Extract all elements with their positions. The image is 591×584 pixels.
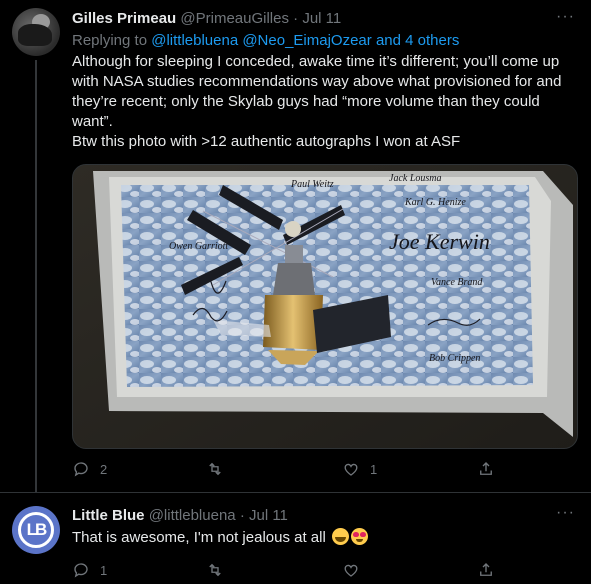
like-count: 1 [370, 461, 378, 477]
skylab-autograph-photo: Paul Weitz Jack Lousma Karl G. Henize Jo… [73, 165, 577, 448]
tweet-header: Gilles Primeau @PrimeauGilles · Jul 11 [72, 10, 341, 27]
reply-count: 1 [100, 562, 108, 578]
grinning-squinting-face-emoji [332, 528, 349, 545]
signature-text: Owen Garriott [169, 241, 228, 252]
retweet-button[interactable] [206, 460, 234, 478]
separator: · [293, 10, 299, 27]
retweet-icon [209, 462, 221, 476]
tweet-photo[interactable]: Paul Weitz Jack Lousma Karl G. Henize Jo… [72, 164, 578, 449]
tweet-paragraph: Although for sleeping I conceded, awake … [72, 53, 562, 130]
tweet-gilles[interactable]: Gilles Primeau @PrimeauGilles · Jul 11 ·… [0, 0, 591, 492]
separator: · [239, 507, 245, 524]
tweet-paragraph: That is awesome, I'm not jealous at all [72, 529, 326, 546]
replying-to: Replying to @littlebluena @Neo_EimajOzea… [72, 32, 459, 49]
author-handle[interactable]: @PrimeauGilles [180, 10, 289, 27]
tweet-date[interactable]: Jul 11 [302, 10, 341, 27]
tweet-divider [0, 492, 591, 493]
replying-prefix: Replying to [72, 32, 148, 49]
tweet-text: Although for sleeping I conceded, awake … [72, 52, 577, 152]
author-name[interactable]: Gilles Primeau [72, 10, 176, 27]
avatar[interactable]: LB [12, 506, 60, 554]
reply-button[interactable]: 2 [72, 460, 107, 478]
reply-button[interactable]: 1 [72, 561, 107, 579]
retweet-icon [209, 563, 221, 577]
signature-text: Bob Crippen [429, 353, 480, 364]
reply-icon [74, 563, 88, 578]
signature-text: Joe Kerwin [389, 229, 490, 254]
replying-others[interactable]: and 4 others [376, 32, 459, 49]
like-icon [344, 564, 358, 577]
signature-text: Jack Lousma [389, 173, 442, 184]
tweet-text: That is awesome, I'm not jealous at all [72, 528, 577, 548]
like-icon [344, 463, 358, 476]
share-icon [480, 462, 492, 475]
signature-text: Paul Weitz [290, 179, 334, 190]
share-button[interactable] [477, 561, 495, 579]
thread-line [35, 60, 37, 492]
more-icon[interactable]: ··· [556, 8, 575, 26]
retweet-button[interactable] [206, 561, 234, 579]
like-button[interactable]: 1 [342, 460, 377, 478]
author-name[interactable]: Little Blue [72, 507, 145, 524]
avatar[interactable] [12, 8, 60, 56]
reply-icon [74, 462, 88, 477]
avatar-logo: LB [18, 512, 54, 548]
author-handle[interactable]: @littlebluena [149, 507, 236, 524]
tweet-paragraph: Btw this photo with >12 authentic autogr… [72, 133, 461, 150]
signature-text: Vance Brand [431, 277, 483, 288]
heart-eyes-emoji [351, 528, 368, 545]
tweet-header: Little Blue @littlebluena · Jul 11 [72, 507, 288, 524]
share-button[interactable] [477, 460, 495, 478]
tweet-date[interactable]: Jul 11 [249, 507, 288, 524]
more-icon[interactable]: ··· [556, 504, 575, 522]
reply-count: 2 [100, 461, 108, 477]
share-icon [480, 563, 492, 576]
signature-text: Karl G. Henize [404, 197, 466, 208]
replying-mentions[interactable]: @littlebluena @Neo_EimajOzear [151, 32, 372, 49]
like-button[interactable] [342, 561, 370, 579]
